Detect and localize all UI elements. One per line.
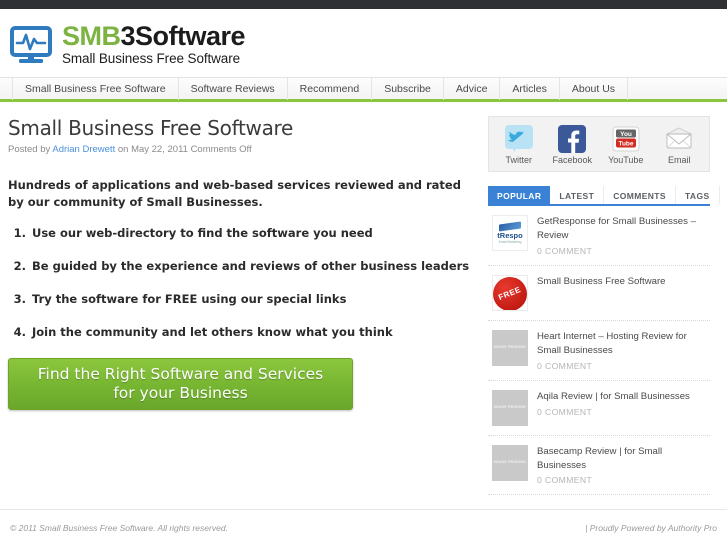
tab-comments[interactable]: COMMENTS	[604, 186, 676, 204]
thumb-label: IMAGE PENDING	[494, 345, 526, 350]
find-software-cta-button[interactable]: Find the Right Software and Services for…	[8, 358, 353, 411]
nav-item-software-reviews[interactable]: Software Reviews	[179, 78, 288, 100]
social-label-email: Email	[667, 155, 691, 165]
logo-brand-green: SMB	[62, 21, 121, 51]
social-label-youtube: YouTube	[608, 155, 644, 165]
sidebar: Twitter Facebook You Tube YouTube Email …	[488, 102, 720, 496]
list-item[interactable]: IMAGE PENDING Basecamp Review | for Smal…	[488, 436, 710, 496]
post-comment-count: 0 COMMENT	[537, 245, 593, 256]
svg-text:Tube: Tube	[618, 141, 633, 148]
benefit-2-text: Be guided by the experience and reviews …	[32, 259, 470, 274]
logo-brand-black: 3Software	[120, 21, 246, 51]
post-title-link[interactable]: Basecamp Review | for Small Businesses	[537, 445, 710, 473]
post-title-link[interactable]: GetResponse for Small Businesses – Revie…	[537, 215, 710, 243]
site-header: SMB3Software Small Business Free Softwar…	[0, 9, 727, 77]
site-logo[interactable]: SMB3Software Small Business Free Softwar…	[10, 23, 727, 66]
benefits-list: Use our web-directory to find the softwa…	[8, 226, 478, 340]
post-thumbnail-placeholder: IMAGE PENDING	[492, 329, 528, 366]
byline-suffix: on May 22, 2011 Comments Off	[115, 144, 252, 155]
monitor-pulse-icon	[10, 26, 54, 66]
nav-item-about-us[interactable]: About Us	[560, 78, 629, 100]
youtube-icon: You Tube	[612, 125, 640, 153]
site-footer: © 2011 Small Business Free Software. All…	[0, 509, 727, 545]
nav-item-subscribe[interactable]: Subscribe	[372, 78, 444, 100]
nav-item-articles[interactable]: Articles	[500, 78, 560, 100]
list-item[interactable]: FREE Small Business Free Software	[488, 266, 710, 321]
post-comment-count: 0 COMMENT	[537, 360, 593, 371]
post-comment-count: 0 COMMENT	[537, 406, 593, 417]
page-root: SMB3Software Small Business Free Softwar…	[0, 0, 727, 545]
post-thumbnail-placeholder: IMAGE PENDING	[492, 389, 528, 426]
nav-item-recommend[interactable]: Recommend	[288, 78, 373, 100]
envelope-icon	[665, 125, 693, 153]
list-item[interactable]: tRespo Email Marketing GetResponse for S…	[488, 206, 710, 266]
post-thumbnail-placeholder: IMAGE PENDING	[492, 444, 528, 481]
list-item: Use our web-directory to find the softwa…	[30, 226, 478, 241]
nav-item-advice[interactable]: Advice	[444, 78, 501, 100]
list-item: Join the community and let others know w…	[30, 325, 478, 340]
cta-line-2: for your Business	[113, 384, 248, 403]
sidebar-tabs: POPULAR LATEST COMMENTS TAGS	[488, 186, 720, 206]
facebook-f-icon	[558, 125, 587, 153]
social-link-youtube[interactable]: You Tube YouTube	[602, 125, 650, 165]
tab-tags[interactable]: TAGS	[675, 186, 720, 204]
free-seal-icon: FREE	[493, 276, 527, 310]
byline-author-link[interactable]: Adrian Drewett	[52, 144, 115, 155]
social-label-facebook: Facebook	[552, 155, 593, 165]
thumb-label: IMAGE PENDING	[494, 404, 526, 409]
footer-credit: | Proudly Powered by Authority Pro	[585, 522, 717, 533]
post-byline: Posted by Adrian Drewett on May 22, 2011…	[8, 144, 478, 155]
benefit-1-text: Use our web-directory to find the softwa…	[32, 226, 373, 241]
list-item[interactable]: IMAGE PENDING Aqila Review | for Small B…	[488, 381, 710, 436]
byline-prefix: Posted by	[8, 144, 53, 155]
popular-posts-list: tRespo Email Marketing GetResponse for S…	[488, 206, 710, 496]
social-link-twitter[interactable]: Twitter	[495, 125, 543, 165]
lede-paragraph: Hundreds of applications and web-based s…	[8, 178, 461, 209]
social-links-widget: Twitter Facebook You Tube YouTube Email	[488, 116, 710, 172]
social-label-twitter: Twitter	[505, 155, 532, 165]
main-column: Small Business Free Software Posted by A…	[8, 102, 488, 495]
tab-latest[interactable]: LATEST	[550, 186, 605, 204]
nav-item-home[interactable]: Small Business Free Software	[12, 78, 179, 100]
benefit-3-text: Try the software for FREE using our spec…	[32, 292, 347, 307]
post-title-link[interactable]: Small Business Free Software	[537, 275, 710, 289]
post-comment-count: 0 COMMENT	[537, 475, 593, 486]
page-title: Small Business Free Software	[8, 116, 294, 140]
svg-text:You: You	[620, 131, 632, 138]
cta-line-1: Find the Right Software and Services	[37, 364, 324, 383]
post-thumbnail-free-badge: FREE	[492, 274, 528, 311]
post-title-link[interactable]: Heart Internet – Hosting Review for Smal…	[537, 330, 710, 358]
thumb-label: tRespo	[497, 230, 523, 240]
list-item[interactable]: IMAGE PENDING Heart Internet – Hosting R…	[488, 321, 710, 381]
social-link-email[interactable]: Email	[656, 125, 704, 165]
benefit-4-text: Join the community and let others know w…	[32, 325, 393, 340]
list-item: Be guided by the experience and reviews …	[30, 259, 478, 274]
thumb-label: IMAGE PENDING	[494, 459, 526, 464]
footer-copyright: © 2011 Small Business Free Software. All…	[10, 522, 228, 533]
tab-popular[interactable]: POPULAR	[488, 186, 551, 204]
main-navigation: Small Business Free Software Software Re…	[0, 77, 727, 102]
post-thumbnail-getresponse: tRespo Email Marketing	[492, 215, 528, 251]
twitter-bird-icon	[504, 125, 533, 153]
logo-tagline: Small Business Free Software	[62, 51, 241, 66]
top-accent-bar	[0, 0, 727, 9]
thumb-sublabel: Email Marketing	[498, 239, 522, 244]
content-area: Small Business Free Software Posted by A…	[0, 102, 727, 496]
list-item: Try the software for FREE using our spec…	[30, 292, 478, 307]
thumb-label: FREE	[497, 285, 523, 303]
social-link-facebook[interactable]: Facebook	[549, 125, 597, 165]
post-title-link[interactable]: Aqila Review | for Small Businesses	[537, 390, 710, 404]
